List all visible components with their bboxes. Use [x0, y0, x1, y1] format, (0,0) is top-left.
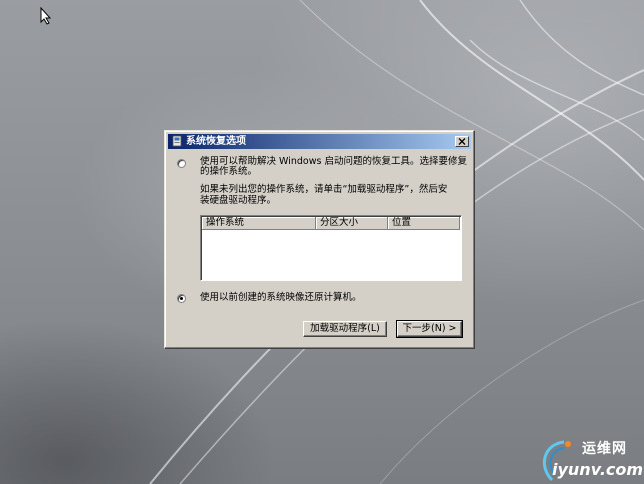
load-drivers-button[interactable]: 加载驱动程序(L)	[303, 321, 387, 337]
list-header: 操作系统 分区大小 位置	[202, 217, 460, 230]
column-header-location[interactable]: 位置	[388, 217, 460, 230]
mouse-cursor-icon	[40, 7, 52, 25]
close-icon	[458, 138, 466, 145]
watermark-domain-text: iyunv.com	[552, 460, 644, 479]
watermark-chinese-text: 运维网	[582, 441, 627, 457]
repair-tools-option-line2: 的操作系统。	[200, 166, 258, 177]
column-header-os[interactable]: 操作系统	[202, 217, 316, 230]
system-image-restore-option: 使用以前创建的系统映像还原计算机。	[200, 292, 362, 303]
repair-tools-radio[interactable]	[177, 159, 186, 168]
dialog-title: 系统恢复选项	[186, 136, 246, 147]
load-drivers-hint-line2: 装硬盘驱动程序。	[200, 195, 277, 206]
next-button[interactable]: 下一步(N) >	[396, 320, 463, 338]
system-recovery-icon	[172, 135, 182, 147]
system-recovery-options-dialog: 系统恢复选项 使用可以帮助解决 Windows 启动问题的恢复工具。选择要修复 …	[164, 130, 475, 349]
dialog-titlebar[interactable]: 系统恢复选项	[168, 134, 471, 149]
site-watermark: 运维网 iyunv.com	[538, 436, 643, 482]
close-button[interactable]	[455, 136, 469, 147]
system-image-restore-radio[interactable]	[177, 294, 186, 303]
column-header-partition-size[interactable]: 分区大小	[316, 217, 388, 230]
operating-system-list[interactable]: 操作系统 分区大小 位置	[200, 215, 462, 281]
